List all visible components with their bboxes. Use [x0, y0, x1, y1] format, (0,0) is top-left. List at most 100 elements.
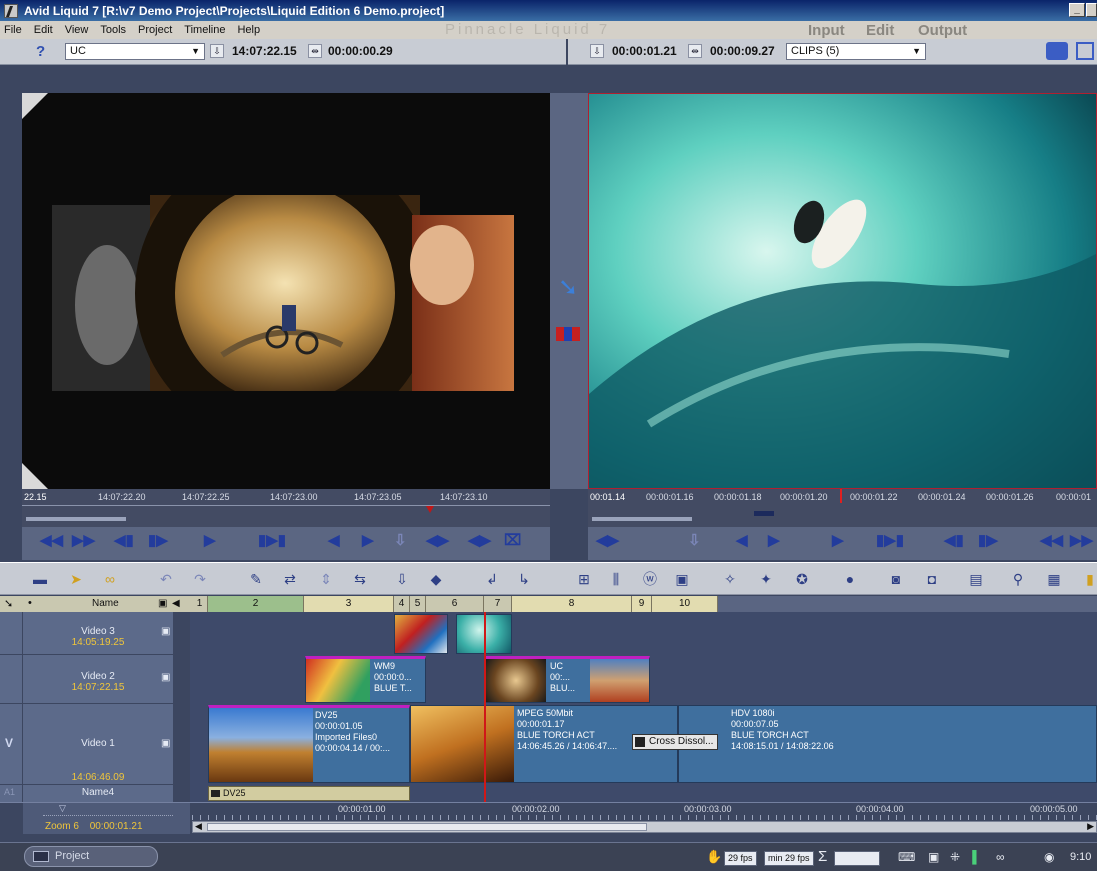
rewind-button[interactable]: ◀◀	[1040, 531, 1063, 549]
mark-out-button[interactable]: ▶	[768, 531, 780, 549]
record-playhead[interactable]	[840, 489, 842, 503]
scroll-right-icon[interactable]: ▶	[1087, 821, 1094, 832]
scrub-thumb[interactable]	[754, 511, 774, 516]
return-icon[interactable]: ↲	[482, 570, 502, 588]
transition-cross-dissolve[interactable]: Cross Dissol...	[632, 734, 718, 750]
monitor-icon[interactable]: ▣	[928, 850, 939, 864]
mark-in-button[interactable]: ◀	[328, 531, 340, 549]
menu-help[interactable]: Help	[237, 24, 260, 36]
lift-icon[interactable]: ◆	[426, 570, 446, 588]
overwrite-arrow-icon[interactable]: ➘	[558, 273, 578, 302]
speaker-icon[interactable]: ◀	[172, 598, 180, 609]
time-ruler[interactable]: ▽ 00:00:01.00 00:00:02.00 00:00:03.00 00…	[0, 802, 1097, 821]
in-out-range[interactable]	[592, 517, 692, 521]
binoculars-icon[interactable]: ∞	[996, 850, 1005, 864]
splice-button[interactable]: ◀▶	[596, 531, 619, 549]
extract-icon[interactable]: ⇩	[392, 570, 412, 588]
match-frame-button[interactable]: ⌧	[504, 531, 521, 549]
mode-output-tab[interactable]: Output	[918, 21, 967, 40]
keyboard-icon[interactable]: ⌨	[898, 850, 915, 864]
yellow-tool-icon[interactable]: ▮	[1080, 570, 1097, 588]
scroll-left-icon[interactable]: ◀	[195, 821, 202, 832]
monitor-icon[interactable]: ▣	[161, 626, 170, 637]
play-button[interactable]: ▶	[832, 531, 844, 549]
trim-icon[interactable]: ⇕	[316, 570, 336, 588]
segment-marker[interactable]: 7	[484, 596, 512, 612]
segment-marker[interactable]: 4	[394, 596, 410, 612]
render-icon[interactable]	[1046, 42, 1068, 60]
track-header-video1[interactable]: Video 1 14:06:46.09 ▣	[23, 704, 173, 784]
track-header-video3[interactable]: Video 3 14:05:19.25 ▣	[23, 612, 173, 654]
track-select[interactable]	[0, 612, 23, 654]
audio-mixer-icon[interactable]: ⫼	[606, 570, 626, 588]
source-scrub-bar[interactable]: 22.15 14:07:22.20 14:07:22.25 14:07:23.0…	[22, 489, 550, 527]
rewind-button[interactable]: ◀◀	[40, 531, 63, 549]
undo-icon[interactable]: ↶	[156, 570, 176, 588]
swap-icon[interactable]: ⇆	[350, 570, 370, 588]
folder-icon[interactable]: ▬	[30, 570, 50, 588]
step-back-button[interactable]: ◀▮	[944, 531, 964, 549]
insert-arrow-icon[interactable]: ↳	[514, 570, 534, 588]
layout-grid-icon[interactable]	[556, 327, 580, 341]
clip-icon[interactable]: ▣	[672, 570, 692, 588]
dvd-burn-icon[interactable]: ◘	[922, 570, 942, 588]
menu-project[interactable]: Project	[138, 24, 172, 36]
clip-video2-uc[interactable]: UC 00:... BLU...	[485, 656, 650, 703]
maximize-button[interactable]	[1086, 3, 1097, 17]
minimize-button[interactable]: _	[1069, 3, 1085, 17]
source-clip-select[interactable]: UC ▼	[65, 43, 205, 60]
ball-icon[interactable]: ●	[840, 570, 860, 588]
clip-video1-dv25[interactable]: DV25 00:00:01.05 Imported Files0 00:00:0…	[208, 705, 410, 783]
dvd-icon[interactable]: ◙	[886, 570, 906, 588]
segment-marker[interactable]: 6	[426, 596, 484, 612]
track-header-audio[interactable]: Name4	[23, 785, 173, 802]
mark-in-icon[interactable]: ⇩	[590, 44, 604, 58]
pointer-icon[interactable]: ➤	[66, 570, 86, 588]
record-viewer[interactable]	[588, 93, 1097, 489]
eye-icon[interactable]: ◉	[1044, 850, 1054, 864]
clip-audio-dv25[interactable]: DV25	[208, 786, 410, 801]
segment-marker[interactable]: 10	[652, 596, 718, 612]
source-viewer[interactable]	[22, 93, 550, 489]
mark-in-button[interactable]: ◀	[736, 531, 748, 549]
timeline-playhead[interactable]	[484, 612, 486, 818]
segment-marker[interactable]: 1	[192, 596, 208, 612]
play-button[interactable]: ▶	[204, 531, 216, 549]
segment-marker[interactable]: 3	[304, 596, 394, 612]
segment-marker[interactable]: 2	[208, 596, 304, 612]
track-select[interactable]: A1	[0, 785, 23, 802]
play-to-out-button[interactable]: ▮▶▮	[876, 531, 904, 549]
properties-icon[interactable]: ▦	[1044, 570, 1064, 588]
segment-marker[interactable]: 8	[512, 596, 632, 612]
mode-edit-tab[interactable]: Edit	[866, 21, 894, 40]
overwrite-button[interactable]: ◀▶	[426, 531, 449, 549]
insert-button[interactable]: ◀▶	[468, 531, 491, 549]
mode-input-tab[interactable]: Input	[808, 21, 845, 40]
mark-in-icon[interactable]: ⇩	[210, 44, 224, 58]
voiceover-icon[interactable]: ⓦ	[640, 570, 660, 588]
clip-video1-hdv[interactable]: HDV 1080i 00:00:07.05 BLUE TORCH ACT 14:…	[678, 705, 1097, 783]
in-out-range[interactable]	[26, 517, 126, 521]
clip-video2-wm9[interactable]: WM9 00:00:0... BLUE T...	[305, 656, 426, 703]
monitor-icon[interactable]: ▣	[161, 672, 170, 683]
clip-video3-a[interactable]	[394, 614, 448, 654]
render-fx-icon[interactable]: ✪	[792, 570, 812, 588]
menu-edit[interactable]: Edit	[34, 24, 53, 36]
slip-icon[interactable]: ⇄	[280, 570, 300, 588]
duration-icon[interactable]: ⇹	[688, 44, 702, 58]
fit-icon[interactable]: ⊞	[574, 570, 594, 588]
search-icon[interactable]: ⚲	[1008, 570, 1028, 588]
menu-view[interactable]: View	[65, 24, 89, 36]
track-select[interactable]: V	[0, 704, 23, 784]
step-back-button[interactable]: ◀▮	[114, 531, 134, 549]
mark-out-button[interactable]: ▶	[362, 531, 374, 549]
zoom-track[interactable]	[43, 815, 173, 817]
redo-icon[interactable]: ↷	[190, 570, 210, 588]
playhead-marker[interactable]	[426, 506, 434, 513]
effect-editor-icon[interactable]: ✦	[756, 570, 776, 588]
track-header-video2[interactable]: Video 2 14:07:22.15 ▣	[23, 655, 173, 703]
menu-file[interactable]: File	[4, 24, 22, 36]
arrow-icon[interactable]: ➘	[4, 597, 13, 610]
duration-icon[interactable]: ⇹	[308, 44, 322, 58]
timeline-scrollbar[interactable]: ◀ ▶	[192, 821, 1097, 833]
